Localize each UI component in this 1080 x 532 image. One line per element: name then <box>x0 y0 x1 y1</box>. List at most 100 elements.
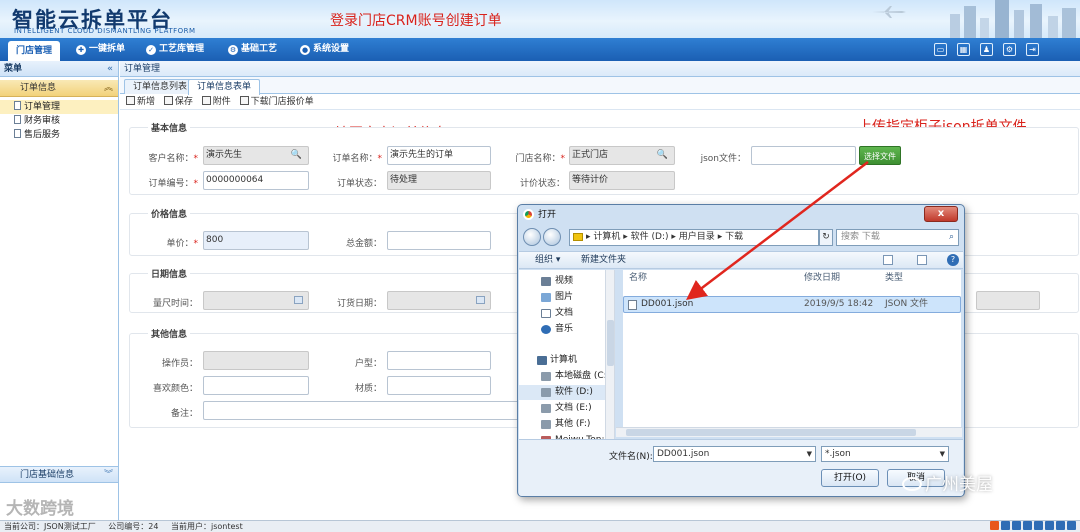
new-folder-button[interactable]: 新建文件夹 <box>581 252 626 268</box>
monitor-icon[interactable]: ▭ <box>934 43 947 56</box>
nav-basic-process[interactable]: ⚙ 基础工艺 <box>228 38 277 61</box>
download-quote-button[interactable]: 下载门店报价单 <box>239 94 314 110</box>
store-field[interactable]: 正式门店 🔍 <box>569 146 675 165</box>
horizontal-scrollbar[interactable] <box>616 427 962 437</box>
tab-order-form[interactable]: 订单信息表单 <box>188 79 261 95</box>
view-icon[interactable] <box>883 255 893 265</box>
tray-icon[interactable] <box>1045 521 1054 530</box>
search-icon[interactable]: ⌕ <box>949 230 954 245</box>
back-button[interactable] <box>523 228 541 246</box>
sidebar-item-order-management[interactable]: 订单管理 <box>0 100 118 114</box>
remark-field[interactable] <box>203 401 523 420</box>
download-icon <box>239 96 249 105</box>
choose-file-button[interactable]: 选择文件 <box>859 146 901 165</box>
unit-price-field[interactable]: 800 <box>203 231 309 250</box>
nav-music[interactable]: 音乐 <box>519 322 605 337</box>
path-segment[interactable]: ▸ 软件 (D:) <box>623 232 668 242</box>
column-name[interactable]: 名称 <box>629 270 647 286</box>
gear-icon[interactable]: ⚙ <box>1003 43 1016 56</box>
sidebar-group-order-info[interactable]: 订单信息 ︽ <box>0 80 118 97</box>
mic-icon[interactable] <box>1023 521 1032 530</box>
search-input[interactable]: 搜索 下载 ⌕ <box>836 229 959 246</box>
nav-drive-e[interactable]: 文档 (E:) <box>519 401 605 416</box>
open-button[interactable]: 打开(O) <box>821 469 879 487</box>
calendar-icon[interactable]: ▦ <box>957 43 970 56</box>
organize-button[interactable]: 组织 ▾ <box>535 252 560 268</box>
nav-documents[interactable]: 文档 <box>519 306 605 321</box>
path-segment[interactable]: ▸ 计算机 <box>586 232 620 242</box>
order-name-field[interactable]: 演示先生的订单 <box>387 146 491 165</box>
forward-button[interactable] <box>543 228 561 246</box>
sidebar-item-finance-audit[interactable]: 财务审核 <box>0 114 118 128</box>
material-field[interactable] <box>387 376 491 395</box>
nav-scrollbar[interactable] <box>605 270 614 444</box>
sidebar-group-store-basic-info[interactable]: 门店基础信息 ︾ <box>0 466 118 483</box>
nav-drive-d[interactable]: 软件 (D:) <box>519 385 605 400</box>
logout-icon[interactable]: ⇥ <box>1026 43 1039 56</box>
file-row-dd001[interactable]: DD001.json 2019/9/5 18:42 JSON 文件 <box>623 296 961 313</box>
scroll-thumb[interactable] <box>626 429 916 436</box>
measure-time-field[interactable] <box>203 291 309 310</box>
drive-icon <box>541 388 551 397</box>
calendar-icon[interactable] <box>294 296 303 304</box>
airplane-icon <box>872 6 906 18</box>
search-icon[interactable]: 🔍 <box>291 147 302 164</box>
order-no-field[interactable]: 0000000064 <box>203 171 309 190</box>
price-status-label: 计价状态： <box>519 179 565 189</box>
tab-order-list[interactable]: 订单信息列表 <box>124 79 197 94</box>
favorite-color-field[interactable] <box>203 376 309 395</box>
keyboard-icon[interactable] <box>1034 521 1043 530</box>
nav-store-management[interactable]: 门店管理 <box>8 41 61 61</box>
section-title: 其他信息 <box>148 327 191 340</box>
json-file-field[interactable] <box>751 146 856 165</box>
path-segment[interactable]: ▸ 用户目录 <box>671 232 714 242</box>
address-bar[interactable]: ▸ 计算机 ▸ 软件 (D:) ▸ 用户目录 ▸ 下载 <box>569 229 819 246</box>
material-label: 材质： <box>354 384 382 394</box>
status-bar: 当前公司：JSON测试工厂 公司编号：24 当前用户：jsontest <box>0 520 1080 532</box>
nav-drive-c[interactable]: 本地磁盘 (C: <box>519 369 607 384</box>
nav-videos[interactable]: 视频 <box>519 274 605 289</box>
total-amount-field[interactable] <box>387 231 491 250</box>
scroll-thumb[interactable] <box>607 320 614 366</box>
sidebar-header: 菜单 « <box>0 61 118 77</box>
path-segment[interactable]: ▸ 下载 <box>718 232 743 242</box>
collapse-icon[interactable]: « <box>107 61 113 77</box>
users-icon[interactable]: ♟ <box>980 43 993 56</box>
house-type-field[interactable] <box>387 351 491 370</box>
tray-icon[interactable] <box>1012 521 1021 530</box>
attachment-icon <box>201 96 211 105</box>
filename-input[interactable]: DD001.json ▼ <box>653 446 816 462</box>
tray-icon[interactable] <box>1001 521 1010 530</box>
grid-icon[interactable] <box>1067 521 1076 530</box>
sidebar-item-after-sales[interactable]: 售后服务 <box>0 128 118 142</box>
document-icon <box>14 129 21 138</box>
nav-drive-f[interactable]: 其他 (F:) <box>519 417 605 432</box>
customer-field[interactable]: 演示先生 🔍 <box>203 146 309 165</box>
filetype-select[interactable]: *.json ▼ <box>821 446 949 462</box>
date-extra-field[interactable] <box>976 291 1040 310</box>
document-icon <box>14 115 21 124</box>
refresh-icon[interactable]: ↻ <box>819 229 833 246</box>
nav-process-library[interactable]: ✓ 工艺库管理 <box>146 38 204 61</box>
favorite-color-label: 喜欢颜色： <box>152 384 198 394</box>
nav-one-click-split[interactable]: ✚ 一键拆单 <box>76 38 125 61</box>
search-icon[interactable]: 🔍 <box>657 147 668 164</box>
sogou-icon[interactable] <box>990 521 999 530</box>
new-button[interactable]: 新增 <box>126 94 155 110</box>
save-button[interactable]: 保存 <box>163 94 193 110</box>
order-date-field[interactable] <box>387 291 491 310</box>
help-icon[interactable]: ? <box>947 254 959 266</box>
column-type[interactable]: 类型 <box>885 270 903 286</box>
nav-computer[interactable]: 计算机 <box>519 353 605 368</box>
preview-pane-icon[interactable] <box>917 255 927 265</box>
shirt-icon[interactable] <box>1056 521 1065 530</box>
calendar-icon[interactable] <box>476 296 485 304</box>
document-icon <box>541 309 551 318</box>
nav-system-settings[interactable]: ● 系统设置 <box>300 38 349 61</box>
skyline-decoration <box>950 0 1076 38</box>
chevron-down-icon[interactable]: ▼ <box>807 447 812 461</box>
column-modified[interactable]: 修改日期 <box>804 270 840 286</box>
nav-pictures[interactable]: 图片 <box>519 290 605 305</box>
attachment-button[interactable]: 附件 <box>201 94 231 110</box>
close-button[interactable]: x <box>924 206 958 222</box>
